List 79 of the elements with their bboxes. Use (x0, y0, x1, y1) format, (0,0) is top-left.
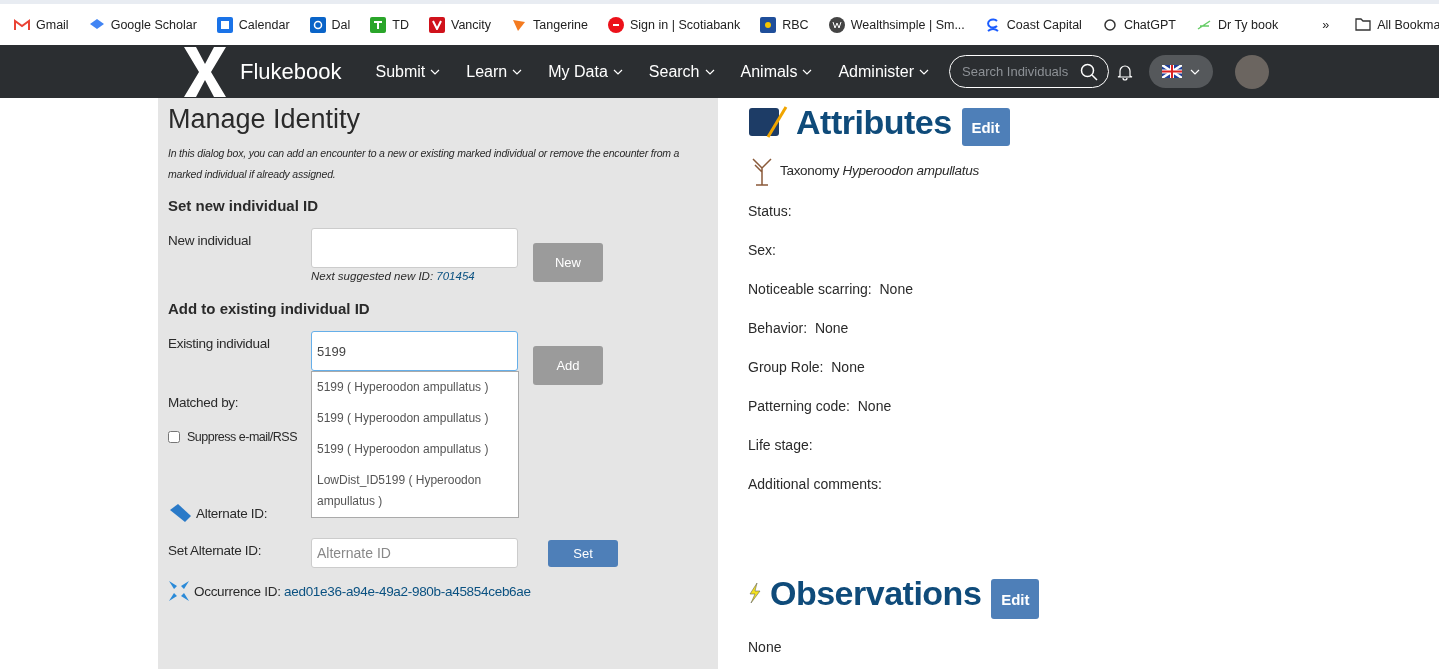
chevron-down-icon (919, 68, 929, 75)
section-heading: Set new individual ID (168, 197, 320, 214)
bookmark-link[interactable]: Dr Ty book (1196, 16, 1279, 33)
attribute-text: Behavior: None (748, 318, 850, 338)
taxonomy-text: Taxonomy Hyperoodon ampullatus (780, 162, 979, 178)
chevron-down-icon (802, 68, 813, 75)
bookmark-link[interactable]: Dal (309, 16, 351, 33)
field-label: Set Alternate ID: (168, 542, 263, 558)
attribute-text: Group Role: None (748, 357, 866, 377)
avatar[interactable] (1235, 54, 1269, 89)
more-bookmarks-button[interactable]: » (1322, 17, 1330, 32)
section-title: Observations (770, 573, 982, 613)
language-button[interactable] (1149, 55, 1213, 88)
flag-icon (1162, 65, 1182, 78)
section-title: Attributes (796, 102, 952, 142)
attribute-text: Life stage: (748, 435, 814, 455)
nav-menu[interactable]: Search (648, 62, 715, 81)
bookmark-link[interactable]: Wealthsimple | Sm... (828, 16, 965, 33)
suggestion-item[interactable]: 5199 ( Hyperoodon ampullatus ) (312, 372, 518, 403)
section-heading: Add to existing individual ID (168, 300, 371, 317)
suggestion-item[interactable]: 5199 ( Hyperoodon ampullatus ) (312, 434, 518, 465)
intro-text: In this dialog box, you can add an encounter to a new or existing marked individual or remove the encounter from a marked individual if already assigned. (168, 146, 681, 182)
bookmark-link[interactable]: TD (370, 16, 409, 33)
nav-menu[interactable]: Learn (466, 62, 523, 81)
attribute-text: Sex: (748, 240, 777, 260)
edit-button[interactable]: Edit (991, 579, 1040, 619)
input-field[interactable]: 5199 (311, 331, 518, 371)
notebook-icon (748, 105, 788, 139)
nav-menu[interactable]: My Data (548, 62, 623, 81)
field-label: Alternate ID: (196, 505, 268, 521)
folder-icon (1355, 18, 1372, 31)
attribute-text: Patterning code: None (748, 396, 893, 416)
bookmark-link[interactable]: Tangerine (511, 16, 588, 33)
mail-icon (309, 16, 326, 33)
brand-name[interactable]: Flukebook (240, 58, 342, 85)
bell-icon[interactable] (1117, 62, 1133, 81)
circle-icon (828, 16, 845, 33)
lightning-icon (748, 582, 762, 604)
sparkle-icon (168, 580, 190, 602)
suggestion-item[interactable]: 5199 ( Hyperoodon ampullatus ) (312, 403, 518, 434)
bookmark-link[interactable]: RBC (760, 16, 809, 33)
suggestion-item[interactable]: LowDist_ID5199 ( Hyperoodon ampullatus ) (312, 465, 518, 517)
chevron-down-icon (612, 68, 623, 75)
chevron-down-icon (512, 68, 523, 75)
field-label: Existing individual (168, 335, 271, 351)
panel-title: Manage Identity (168, 104, 362, 135)
nav-menu[interactable]: Submit (375, 62, 441, 81)
input-field[interactable]: Alternate ID (311, 538, 518, 568)
bookmark-link[interactable]: ChatGPT (1101, 16, 1176, 33)
attribute-text: Noticeable scarring: None (748, 279, 914, 299)
set-button[interactable]: Set (548, 540, 618, 567)
chevron-down-icon (704, 68, 715, 75)
bookmark-link[interactable]: Sign in | Scotiabank (608, 16, 741, 33)
bookmark-link[interactable]: Vancity (429, 16, 492, 33)
checkbox-label: Suppress e-mail/RSS (187, 430, 297, 444)
tag-icon (168, 502, 192, 524)
hint-text: Next suggested new ID: 701454 (311, 270, 476, 282)
chevron-down-icon (430, 68, 441, 75)
chevron-down-icon (1190, 68, 1200, 75)
bookmark-link[interactable]: Calendar (216, 16, 290, 33)
field-label: New individual (168, 232, 252, 248)
search-input[interactable]: Search Individuals (960, 63, 1080, 80)
input-field[interactable] (311, 228, 518, 268)
attribute-text: None (748, 637, 783, 657)
checkbox[interactable] (168, 431, 180, 443)
calendar-icon (216, 16, 233, 33)
bookmark-link[interactable]: Coast Capital (984, 16, 1082, 33)
suggested-id-link[interactable]: 701454 (436, 270, 475, 282)
occurrence-link[interactable]: aed01e36-a94e-49a2-980b-a45854ceb6ae (284, 583, 531, 599)
bookmark-link[interactable]: Gmail (14, 16, 69, 33)
edit-button[interactable]: Edit (961, 108, 1010, 146)
attribute-text: Additional comments: (748, 474, 883, 494)
attribute-text: Status: (748, 201, 793, 221)
search-icon (1080, 62, 1098, 81)
nav-menu[interactable]: Animals (740, 62, 813, 81)
nav-menu[interactable]: Administer (838, 62, 929, 81)
occurrence-text: Occurrence ID: aed01e36-a94e-49a2-980b-a45854ceb6ae (194, 583, 531, 599)
bookmark-link[interactable]: Google Scholar (88, 16, 197, 33)
field-label: Matched by: (168, 395, 239, 410)
